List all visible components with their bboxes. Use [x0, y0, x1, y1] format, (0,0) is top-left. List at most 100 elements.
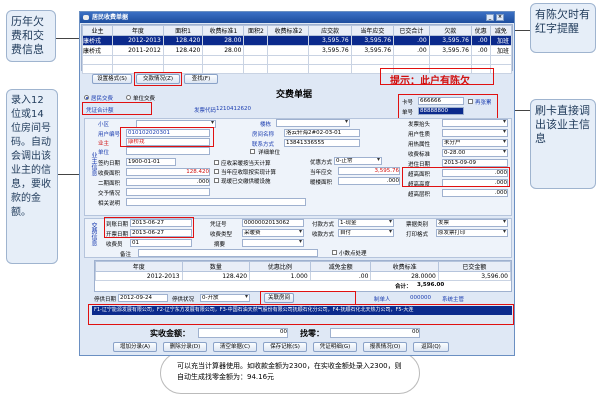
history-empty-cell: [162, 55, 204, 65]
check-facility[interactable]: [214, 178, 219, 183]
voucher-detail-button[interactable]: 凭证明细(G): [313, 342, 357, 352]
remark-input[interactable]: [138, 249, 318, 257]
history-col-header[interactable]: 优惠: [470, 25, 491, 36]
history-col-header[interactable]: 面积1: [162, 25, 204, 36]
area-input[interactable]: 128.420: [126, 168, 210, 176]
print-format-select[interactable]: 原发票打印: [436, 229, 508, 237]
summary-select[interactable]: [242, 239, 304, 247]
radio-resident[interactable]: [84, 95, 89, 100]
pay-method-select[interactable]: 1-现金: [338, 219, 394, 227]
room-input[interactable]: 洛云轩海2#02-03-01: [284, 129, 360, 137]
clear-receipt-button[interactable]: 清空单据(C): [213, 342, 257, 352]
history-col-header[interactable]: 年度: [111, 25, 164, 36]
operator-id: 000000: [410, 295, 431, 301]
detail-row[interactable]: 2012-2013 128.420 1.000.00 28.0000 3,596.00: [95, 271, 512, 281]
history-empty-cell: [489, 55, 513, 65]
decimal-label: 小数点处理: [339, 251, 367, 257]
check-heat-by-day[interactable]: [214, 160, 219, 165]
history-cell: 128.420: [162, 45, 204, 56]
history-cell: 128.420: [162, 35, 204, 46]
delete-entry-button[interactable]: 删除分录(D): [163, 342, 207, 352]
unit-input[interactable]: [126, 147, 210, 155]
decimal-checkbox[interactable]: [332, 250, 337, 255]
payment-section-label: 交费信息: [90, 222, 97, 246]
detail-unit-checkbox[interactable]: [250, 149, 255, 154]
history-cell: [267, 45, 310, 56]
print-format-label: 打印格式: [406, 232, 429, 238]
rate-select[interactable]: 0-28.00: [442, 149, 508, 157]
voucher-input[interactable]: 0000002013062: [242, 219, 304, 227]
detail-cell: 128.420: [181, 271, 251, 281]
history-empty-cell: [428, 55, 472, 65]
minimize-button[interactable]: _: [486, 14, 494, 21]
high-volume-input[interactable]: .000: [442, 189, 508, 197]
stop-status-select[interactable]: 0-开放: [200, 294, 250, 302]
window-titlebar: 居民收费单据 _ ×: [80, 12, 514, 23]
return-button[interactable]: 返回(Q): [413, 342, 449, 352]
detail-table-wrap: 年度 数量 优惠比例 减免金额 收费标准 已交金额 2012-2013 128.420 1.0…: [94, 260, 512, 292]
invoice-kind-label: 票据类别: [406, 222, 429, 228]
radio-unit[interactable]: [126, 95, 131, 100]
history-col-header[interactable]: 业主: [82, 25, 113, 36]
history-empty-cell: [243, 55, 269, 65]
change-input[interactable]: 00: [330, 328, 420, 338]
sign-date-input[interactable]: 1900-01-01: [126, 158, 176, 166]
collect-label: 收款方式: [312, 232, 335, 238]
cashier-input[interactable]: 01: [130, 239, 192, 247]
type-label: 收费类型: [210, 232, 233, 238]
discount-select[interactable]: 0-正常: [334, 157, 382, 165]
user-type-select[interactable]: [442, 129, 508, 137]
search-button[interactable]: 查找(F): [184, 74, 218, 84]
history-empty-cell: [308, 55, 352, 65]
due-input[interactable]: 3,595.76: [338, 167, 400, 175]
pay-status-input[interactable]: [126, 188, 210, 196]
history-empty-cell: [243, 64, 269, 74]
area2-input[interactable]: .000: [126, 178, 210, 186]
heat-area-input[interactable]: .000: [338, 177, 400, 185]
owner-field-label: 二期面积: [98, 181, 121, 187]
history-col-header[interactable]: 应交款: [308, 25, 352, 36]
invoice-kind-select[interactable]: 发票: [436, 219, 508, 227]
history-col-header[interactable]: 已交合计: [393, 25, 430, 36]
history-col-header[interactable]: 面积2: [243, 25, 269, 36]
owner-field-label: 签约日期: [98, 161, 121, 167]
add-entry-button[interactable]: 增加分录(A): [113, 342, 157, 352]
check-actual-calc[interactable]: [214, 169, 219, 174]
history-col-header[interactable]: 当年应交: [350, 25, 395, 36]
history-empty-cell: [393, 55, 430, 65]
history-row[interactable]: 康桥戎 2011-2012 128.420 28.00 3,595.76 3,595.76…: [82, 45, 513, 56]
detail-cell: 3,596.00: [437, 271, 512, 281]
report-status-button[interactable]: 报表情况(O): [363, 342, 407, 352]
receipt-window: 居民收费单据 _ × 业主 年度 面积1 收费标准1 面积2 收费标准2 应交款 当年应交 已交…: [79, 11, 515, 356]
history-cell: .00: [393, 35, 430, 46]
actual-amount-label: 实收金额：: [150, 329, 190, 338]
building-select[interactable]: [276, 119, 350, 127]
history-cell: 3,595.76: [308, 45, 352, 56]
close-button[interactable]: ×: [496, 14, 504, 21]
move-date-input[interactable]: 2013-09-09: [442, 159, 508, 167]
history-col-header[interactable]: 收费标准2: [267, 25, 310, 36]
history-empty-row: [82, 55, 513, 65]
history-col-header[interactable]: 减免: [489, 25, 513, 36]
notes-input[interactable]: [126, 198, 306, 206]
invoice-title-select[interactable]: [442, 119, 508, 127]
invoice-code-value: 1210412620: [216, 106, 251, 112]
history-col-header[interactable]: 收费标准1: [202, 25, 245, 36]
history-empty-cell: [267, 55, 310, 65]
heat-attr-select[interactable]: 未分户: [442, 139, 508, 147]
history-col-header[interactable]: 欠款: [428, 25, 472, 36]
history-row[interactable]: 康桥戎 2012-2013 128.420 28.00 3,595.76 3,595.76…: [82, 35, 513, 46]
actual-amount-input[interactable]: 00: [198, 328, 288, 338]
owner-area-highlight: [120, 127, 214, 147]
collect-select[interactable]: 自付: [338, 229, 394, 237]
detail-col-header: 收费标准: [370, 261, 439, 272]
discount-label: 优惠方式: [310, 160, 333, 166]
phone-input[interactable]: 13841336555: [284, 139, 360, 147]
save-posting-button[interactable]: 保存记帐(S): [263, 342, 307, 352]
detail-table: 年度 数量 优惠比例 减免金额 收费标准 已交金额 2012-2013 128.420 1.0…: [95, 261, 512, 281]
linked-room-highlight: [260, 291, 356, 305]
window-title: 居民收费单据: [92, 14, 129, 21]
format-setting-button[interactable]: 设置格式(S): [92, 74, 132, 84]
stop-date-input[interactable]: 2012-09-24: [118, 294, 168, 302]
type-select[interactable]: 采暖费: [242, 229, 304, 237]
